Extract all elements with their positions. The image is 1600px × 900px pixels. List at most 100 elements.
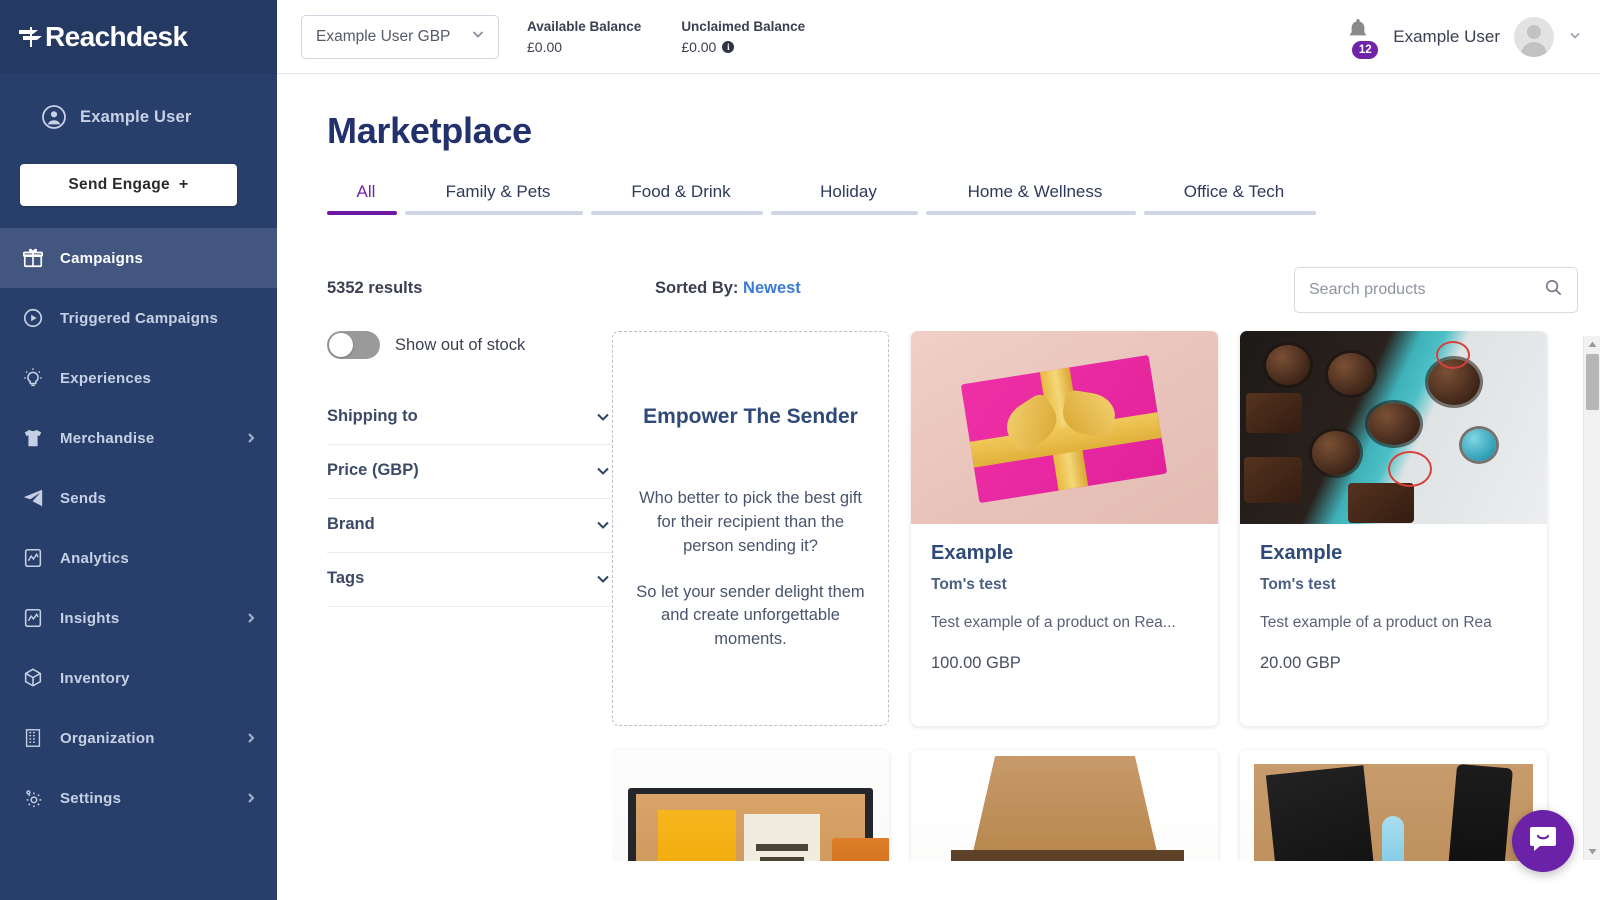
box-tray-inner: [636, 794, 889, 861]
sidebar-item-sends[interactable]: Sends: [0, 468, 277, 528]
product-image-pink-gift-box: [911, 331, 1218, 524]
sidebar-item-organization[interactable]: Organization: [0, 708, 277, 768]
tab-holiday[interactable]: Holiday: [771, 182, 926, 215]
box-base: [1254, 763, 1533, 861]
chevron-right-icon: [245, 792, 257, 804]
sidebar-item-label: Experiences: [60, 369, 152, 387]
tab-food-and-drink[interactable]: Food & Drink: [591, 182, 771, 215]
sidebar-item-label: Merchandise: [60, 429, 155, 447]
show-out-of-stock-toggle[interactable]: [327, 331, 380, 359]
chevron-right-icon: [245, 432, 257, 444]
sidebar-item-label: Analytics: [60, 549, 129, 567]
unclaimed-balance-value: £0.00: [681, 38, 717, 55]
filter-price[interactable]: Price (GBP): [327, 445, 612, 499]
chevron-down-icon: [470, 26, 486, 47]
avatar[interactable]: [1514, 16, 1554, 57]
chevron-down-icon[interactable]: [1568, 28, 1582, 45]
sidebar-item-label: Sends: [60, 489, 107, 507]
tab-underline: [926, 211, 1136, 215]
main-content: Example User GBP Available Balance £0.00…: [277, 0, 1600, 900]
sidebar-item-insights[interactable]: Insights: [0, 588, 277, 648]
tab-underline: [591, 211, 763, 215]
filter-label: Brand: [327, 515, 375, 533]
tab-home-and-wellness[interactable]: Home & Wellness: [926, 182, 1144, 215]
available-balance: Available Balance £0.00: [527, 19, 641, 55]
chocolate-piece: [1368, 403, 1420, 445]
product-price: 20.00 GBP: [1260, 654, 1341, 672]
sidebar-item-label: Settings: [60, 789, 122, 807]
building-icon: [20, 726, 46, 750]
app-logo[interactable]: Reachdesk: [0, 0, 277, 74]
sort-label: Sorted By:: [655, 279, 739, 297]
filter-brand[interactable]: Brand: [327, 499, 612, 553]
app-logo-text: Reachdesk: [45, 21, 188, 52]
product-brand: Tom's test: [1260, 576, 1336, 593]
product-card[interactable]: [911, 750, 1218, 861]
product-body: Example Tom's test Test example of a pro…: [911, 524, 1218, 673]
gift-box-shape: [960, 354, 1168, 504]
send-engage-button[interactable]: Send Engage +: [20, 164, 237, 206]
tab-office-and-tech[interactable]: Office & Tech: [1144, 182, 1324, 215]
product-card[interactable]: Example Tom's test Test example of a pro…: [1240, 331, 1547, 726]
tab-label: All: [356, 182, 376, 201]
gift-icon: [20, 246, 46, 270]
search-icon[interactable]: [1544, 278, 1563, 302]
filter-shipping-to[interactable]: Shipping to: [327, 391, 612, 445]
filter-label: Price (GBP): [327, 461, 419, 479]
sidebar-user-name: Example User: [80, 107, 192, 126]
tab-underline: [327, 211, 397, 215]
filters-panel: Show out of stock Shipping to Price (GBP…: [277, 331, 612, 861]
search-products-box[interactable]: [1294, 267, 1578, 313]
intercom-chat-launcher[interactable]: [1512, 810, 1574, 872]
avatar-body: [1521, 41, 1547, 57]
vertical-scrollbar[interactable]: [1583, 336, 1600, 860]
scroll-up-arrow-icon[interactable]: [1584, 336, 1600, 353]
sidebar-item-campaigns[interactable]: Campaigns: [0, 228, 277, 288]
available-balance-label: Available Balance: [527, 18, 642, 34]
send-engage-label: Send Engage: [68, 176, 170, 193]
toggle-knob: [329, 333, 353, 357]
sidebar-item-merchandise[interactable]: Merchandise: [0, 408, 277, 468]
scrollbar-thumb[interactable]: [1586, 354, 1599, 410]
product-card[interactable]: Example Tom's test Test example of a pro…: [911, 331, 1218, 726]
info-icon[interactable]: i: [722, 40, 735, 53]
filter-tags[interactable]: Tags: [327, 553, 612, 607]
top-bar-right: 12 Example User: [1345, 16, 1582, 59]
show-out-of-stock-row[interactable]: Show out of stock: [327, 331, 612, 359]
avatar-head: [1527, 24, 1541, 39]
account-currency-select[interactable]: Example User GBP: [301, 14, 499, 59]
sidebar-item-triggered-campaigns[interactable]: Triggered Campaigns: [0, 288, 277, 348]
product-description: Test example of a product on Rea: [1260, 614, 1492, 631]
box-base: [951, 850, 1184, 861]
sidebar-item-settings[interactable]: Settings: [0, 768, 277, 828]
product-row-2: [612, 750, 1566, 861]
blue-bottle: [1382, 816, 1404, 861]
show-out-of-stock-label: Show out of stock: [395, 335, 526, 354]
account-currency-value: Example User GBP: [316, 27, 451, 45]
scroll-down-arrow-icon[interactable]: [1584, 843, 1600, 860]
chevron-down-icon: [594, 462, 612, 480]
product-image-kraft-open-box: [911, 750, 1218, 861]
tab-label: Office & Tech: [1183, 182, 1285, 201]
blue-candy: [1462, 429, 1496, 461]
tab-family-and-pets[interactable]: Family & Pets: [405, 182, 591, 215]
pouch-text-line: [760, 857, 804, 861]
product-card[interactable]: [1240, 750, 1547, 861]
sidebar-user[interactable]: Example User: [0, 84, 277, 150]
unclaimed-balance: Unclaimed Balance £0.00 i: [681, 19, 805, 55]
sidebar-item-analytics[interactable]: Analytics: [0, 528, 277, 588]
sort-value[interactable]: Newest: [743, 279, 801, 297]
product-card[interactable]: [612, 750, 889, 861]
sort-control[interactable]: Sorted By: Newest: [655, 279, 801, 298]
product-row-1: Empower The Sender Who better to pick th…: [612, 331, 1566, 726]
chevron-down-icon: [594, 408, 612, 426]
sidebar-item-inventory[interactable]: Inventory: [0, 648, 277, 708]
search-input[interactable]: [1309, 281, 1544, 299]
red-string: [1388, 451, 1432, 487]
product-image-yellow-snack-box: [612, 750, 889, 861]
sidebar-item-experiences[interactable]: Experiences: [0, 348, 277, 408]
tab-all[interactable]: All: [327, 182, 405, 215]
notifications-button[interactable]: 12: [1345, 17, 1379, 59]
unclaimed-balance-label: Unclaimed Balance: [681, 18, 806, 34]
chart-clipboard-icon: [20, 606, 46, 630]
